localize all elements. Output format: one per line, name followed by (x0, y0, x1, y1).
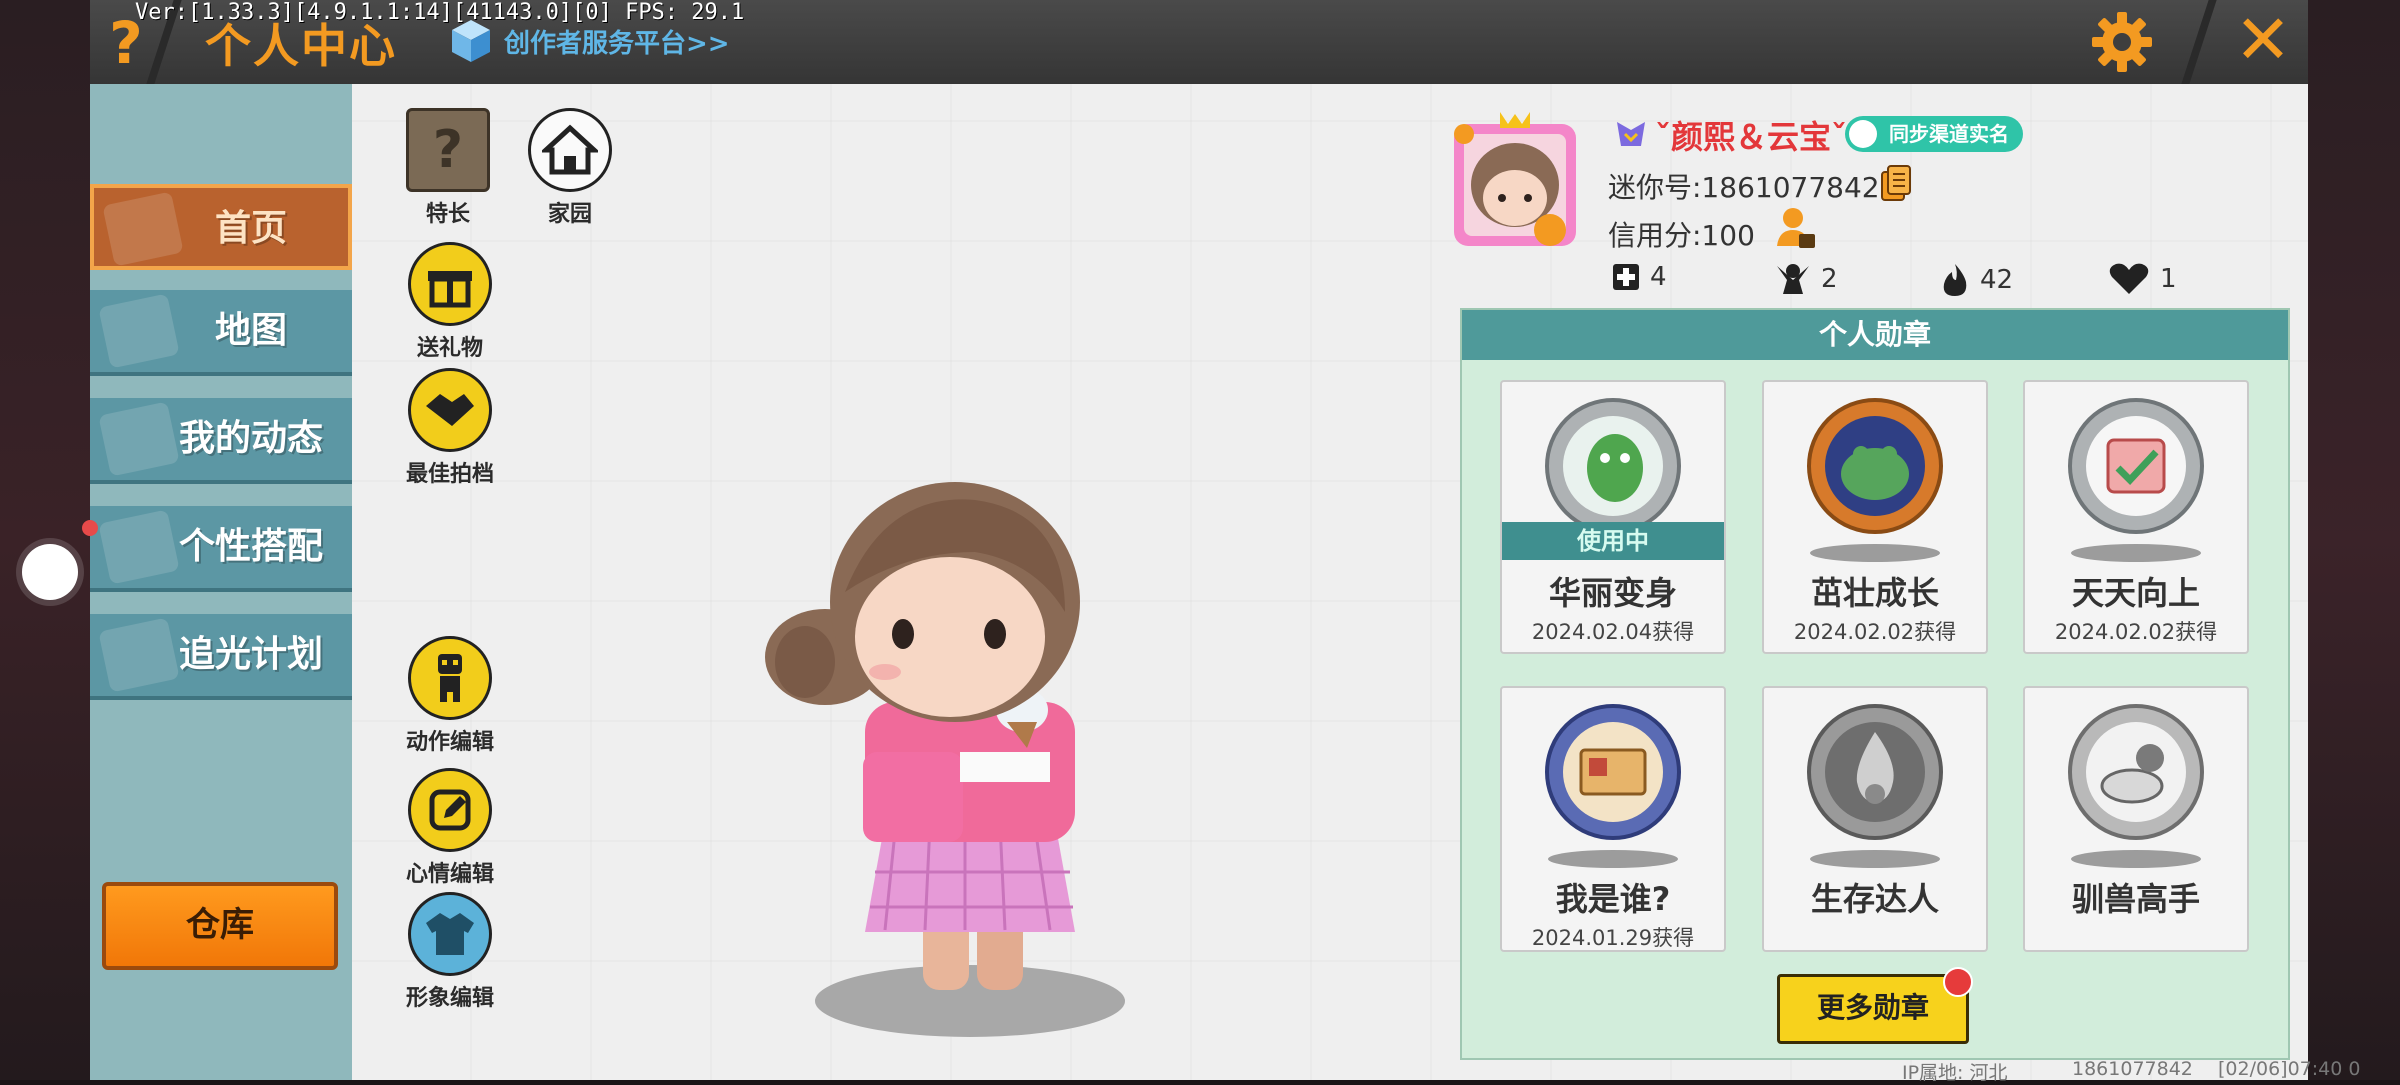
sidebar-item-label: 地图 (214, 310, 287, 351)
partner-label: 最佳拍档 (405, 462, 494, 487)
stat-fire-value: 42 (1980, 265, 2014, 295)
medal-card[interactable]: 茁壮成长 2024.02.02获得 (1762, 380, 1988, 654)
player-name: ˇ颜熙＆云宝ˇ (1655, 118, 1848, 156)
notification-dot (82, 520, 98, 536)
mood-edit-label: 心情编辑 (405, 862, 494, 887)
outfit-icon (408, 892, 492, 976)
horse-medal-icon (2068, 704, 2204, 840)
sidebar-item-feed[interactable]: 我的动态 (90, 398, 352, 484)
vip-mark-icon (1617, 122, 1645, 146)
medal-card[interactable]: 使用中 华丽变身 2024.02.04获得 (1500, 380, 1726, 654)
stat-fire: 42 (1940, 262, 2013, 298)
more-medals-button[interactable]: 更多勋章 (1777, 974, 1969, 1044)
dinosaur-medal-icon (1545, 398, 1681, 534)
medal-card[interactable]: 生存达人 (1762, 686, 1988, 952)
medal-panel-title: 个人勋章 (1462, 310, 2288, 360)
calendar-medal-icon (2068, 398, 2204, 534)
backdrop-right (2308, 0, 2400, 1080)
image-edit-label: 形象编辑 (405, 986, 494, 1011)
stat-plus-value: 4 (1650, 262, 1667, 292)
medal-name: 我是谁? (1555, 880, 1671, 918)
fans-icon (1777, 264, 1809, 294)
avatar-character[interactable] (745, 452, 1145, 1012)
close-icon[interactable]: ✕ (2228, 6, 2298, 76)
footer-uid: 1861077842 (2072, 1058, 2193, 1080)
backdrop-left (0, 0, 90, 1080)
sync-realname-label: 同步渠道实名 (1889, 122, 2009, 146)
medal-name: 华丽变身 (1548, 574, 1677, 612)
heart-icon (2109, 263, 2149, 294)
home-label: 家园 (547, 202, 592, 227)
credit-user-icon[interactable] (1775, 206, 1817, 250)
medal-shadow (2071, 850, 2201, 868)
notification-dot (1943, 967, 1973, 997)
medal-shadow (1548, 850, 1678, 868)
medal-date: 2024.01.29获得 (1531, 926, 1695, 950)
credit-score: 信用分:100 (1608, 219, 1755, 252)
gift-icon (408, 242, 492, 326)
mini-id: 迷你号:1861077842 (1608, 171, 1880, 204)
handshake-icon (408, 368, 492, 452)
medal-card[interactable]: 驯兽高手 (2023, 686, 2249, 952)
sidebar-item-map[interactable]: 地图 (90, 290, 352, 376)
campfire-medal-icon (1807, 704, 1943, 840)
specialty-label: 特长 (425, 202, 470, 227)
gear-icon[interactable] (2090, 10, 2154, 74)
edit-icon (408, 768, 492, 852)
robot-figure-icon (408, 636, 492, 720)
specialty-button[interactable]: ? 特长 (393, 108, 503, 228)
plus-icon (1613, 264, 1639, 290)
sidebar-item-label: 首页 (214, 208, 287, 249)
creator-link-label: 创作者服务平台>> (504, 28, 730, 59)
person-check-icon (1849, 120, 1877, 148)
sidebar-item-home[interactable]: 首页 (90, 184, 352, 270)
medal-name: 生存达人 (1810, 880, 1939, 918)
medal-name: 茁壮成长 (1810, 574, 1939, 612)
medal-date: 2024.02.02获得 (1793, 620, 1957, 644)
debug-overlay: Ver:[1.33.3][4.9.1.1:14][41143.0][0] FPS… (135, 0, 745, 25)
ip-location: IP属地: 河北 (1902, 1062, 2008, 1084)
gift-button[interactable]: 送礼物 (395, 242, 505, 362)
sidebar-item-label: 追光计划 (178, 634, 323, 675)
medal-shadow (2071, 544, 2201, 562)
gift-label: 送礼物 (416, 336, 483, 361)
in-use-label: 使用中 (1502, 522, 1724, 560)
stat-plus: 4 (1612, 262, 1667, 292)
frog-medal-icon (1807, 398, 1943, 534)
question-box-icon: ? (406, 108, 490, 192)
medal-shadow (1810, 544, 1940, 562)
partner-button[interactable]: 最佳拍档 (395, 368, 505, 488)
stat-fans-value: 2 (1821, 264, 1838, 294)
house-icon (528, 108, 612, 192)
stat-fans: 2 (1775, 262, 1838, 296)
stat-likes-value: 1 (2160, 264, 2177, 294)
sidebar-item-light-plan[interactable]: 追光计划 (90, 614, 352, 700)
profile-avatar[interactable] (1450, 110, 1580, 250)
sidebar-item-label: 个性搭配 (178, 526, 323, 567)
medal-name: 天天向上 (2071, 574, 2200, 612)
sidebar-item-label: 我的动态 (178, 418, 323, 459)
action-edit-button[interactable]: 动作编辑 (395, 636, 505, 756)
medal-card[interactable]: 天天向上 2024.02.02获得 (2023, 380, 2249, 654)
medal-name: 驯兽高手 (2071, 880, 2200, 918)
floating-assist-button[interactable] (22, 544, 78, 600)
sync-realname-badge[interactable]: 同步渠道实名 (1845, 116, 2023, 152)
footer-time: [02/06]07:40 0 (2218, 1058, 2361, 1080)
medal-card[interactable]: 我是谁? 2024.01.29获得 (1500, 686, 1726, 952)
copy-icon[interactable] (1880, 164, 1912, 202)
warehouse-button[interactable]: 仓库 (102, 882, 338, 970)
action-edit-label: 动作编辑 (405, 730, 494, 755)
medal-date: 2024.02.02获得 (2054, 620, 2218, 644)
id-card-medal-icon (1545, 704, 1681, 840)
image-edit-button[interactable]: 形象编辑 (395, 892, 505, 1012)
medal-shadow (1810, 850, 1940, 868)
fire-icon (1943, 264, 1967, 296)
mood-edit-button[interactable]: 心情编辑 (395, 768, 505, 888)
home-button[interactable]: 家园 (515, 108, 625, 228)
sidebar-item-outfit[interactable]: 个性搭配 (90, 506, 352, 592)
stat-likes: 1 (2108, 262, 2177, 296)
medal-date: 2024.02.04获得 (1531, 620, 1695, 644)
